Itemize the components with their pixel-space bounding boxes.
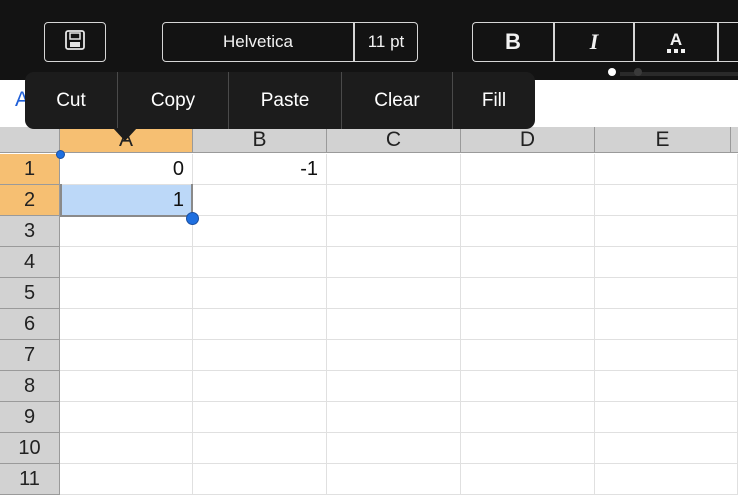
font-group: Helvetica 11 pt	[162, 22, 418, 62]
menu-copy[interactable]: Copy	[118, 72, 228, 129]
divider	[717, 23, 719, 61]
row-header-10[interactable]: 10	[0, 433, 60, 464]
column-header-d[interactable]: D	[461, 127, 595, 152]
row-header-11[interactable]: 11	[0, 464, 60, 495]
cell-b5[interactable]	[193, 278, 327, 309]
page-dot	[634, 68, 642, 76]
cell-e2[interactable]	[595, 185, 738, 216]
cell-b10[interactable]	[193, 433, 327, 464]
cell-d8[interactable]	[461, 371, 595, 402]
cell-e8[interactable]	[595, 371, 738, 402]
spreadsheet-grid: A B C D E 1 2 3 4 5 6 7 8 9 10 11 0 -1 1	[0, 127, 738, 495]
cell-d6[interactable]	[461, 309, 595, 340]
cell-d10[interactable]	[461, 433, 595, 464]
cell-b4[interactable]	[193, 247, 327, 278]
column-header-row: A B C D E	[0, 127, 738, 153]
toolbar: Helvetica 11 pt B I A	[0, 0, 738, 80]
row-header-8[interactable]: 8	[0, 371, 60, 402]
row-header-9[interactable]: 9	[0, 402, 60, 433]
cell-a5[interactable]	[60, 278, 193, 309]
cell-a7[interactable]	[60, 340, 193, 371]
cell-b9[interactable]	[193, 402, 327, 433]
cell-a8[interactable]	[60, 371, 193, 402]
cell-c7[interactable]	[327, 340, 461, 371]
cell-a6[interactable]	[60, 309, 193, 340]
cell-d7[interactable]	[461, 340, 595, 371]
cell-c4[interactable]	[327, 247, 461, 278]
page-indicator[interactable]	[600, 66, 660, 78]
cell-a2[interactable]: 1	[60, 185, 193, 216]
cell-d11[interactable]	[461, 464, 595, 495]
row-header-7[interactable]: 7	[0, 340, 60, 371]
cell-e6[interactable]	[595, 309, 738, 340]
cell-e7[interactable]	[595, 340, 738, 371]
font-color-label: A	[669, 29, 683, 49]
cell-c5[interactable]	[327, 278, 461, 309]
cell-b6[interactable]	[193, 309, 327, 340]
cell-c1[interactable]	[327, 154, 461, 185]
cell-a3[interactable]	[60, 216, 193, 247]
context-menu-pointer	[113, 128, 137, 141]
cell-b2[interactable]	[193, 185, 327, 216]
cell-a4[interactable]	[60, 247, 193, 278]
row-header-3[interactable]: 3	[0, 216, 60, 247]
cell-b7[interactable]	[193, 340, 327, 371]
cell-c10[interactable]	[327, 433, 461, 464]
cell-c8[interactable]	[327, 371, 461, 402]
cell-e10[interactable]	[595, 433, 738, 464]
cell-c9[interactable]	[327, 402, 461, 433]
cell-e5[interactable]	[595, 278, 738, 309]
column-header-e[interactable]: E	[595, 127, 731, 152]
cell-e4[interactable]	[595, 247, 738, 278]
cell-d1[interactable]	[461, 154, 595, 185]
row-column-corner[interactable]	[0, 127, 60, 152]
cell-e1[interactable]	[595, 154, 738, 185]
row-header-1[interactable]: 1	[0, 154, 60, 185]
menu-paste[interactable]: Paste	[229, 72, 341, 129]
selection-end-handle[interactable]	[186, 212, 199, 225]
cell-b1[interactable]: -1	[193, 154, 327, 185]
cell-b8[interactable]	[193, 371, 327, 402]
cell-a9[interactable]	[60, 402, 193, 433]
selection-start-handle[interactable]	[56, 150, 65, 159]
cell-e9[interactable]	[595, 402, 738, 433]
floppy-disk-icon	[64, 29, 86, 56]
column-header-c[interactable]: C	[327, 127, 461, 152]
row-header-4[interactable]: 4	[0, 247, 60, 278]
cell-d4[interactable]	[461, 247, 595, 278]
cell-e3[interactable]	[595, 216, 738, 247]
cell-a11[interactable]	[60, 464, 193, 495]
font-color-icon: A	[666, 29, 686, 53]
cell-d2[interactable]	[461, 185, 595, 216]
font-size-button[interactable]: 11 pt	[355, 23, 417, 61]
menu-clear[interactable]: Clear	[342, 72, 452, 129]
cell-d9[interactable]	[461, 402, 595, 433]
cell-a10[interactable]	[60, 433, 193, 464]
font-color-button[interactable]: A	[635, 23, 717, 61]
text-style-group: B I A	[472, 22, 738, 62]
cell-b3[interactable]	[193, 216, 327, 247]
row-header-2[interactable]: 2	[0, 185, 60, 216]
cell-d5[interactable]	[461, 278, 595, 309]
row-header-6[interactable]: 6	[0, 309, 60, 340]
context-menu: Cut Copy Paste Clear Fill	[25, 72, 535, 129]
cell-c6[interactable]	[327, 309, 461, 340]
cell-e11[interactable]	[595, 464, 738, 495]
cell-a1[interactable]: 0	[60, 154, 193, 185]
cell-c11[interactable]	[327, 464, 461, 495]
column-header-b[interactable]: B	[193, 127, 327, 152]
cell-b11[interactable]	[193, 464, 327, 495]
menu-cut[interactable]: Cut	[25, 72, 117, 129]
page-dot-active	[608, 68, 616, 76]
cell-d3[interactable]	[461, 216, 595, 247]
bold-button[interactable]: B	[473, 23, 553, 61]
save-button[interactable]	[44, 22, 106, 62]
row-header-5[interactable]: 5	[0, 278, 60, 309]
italic-button[interactable]: I	[555, 23, 633, 61]
cell-c3[interactable]	[327, 216, 461, 247]
font-name-button[interactable]: Helvetica	[163, 23, 353, 61]
menu-fill[interactable]: Fill	[453, 72, 535, 129]
cell-c2[interactable]	[327, 185, 461, 216]
